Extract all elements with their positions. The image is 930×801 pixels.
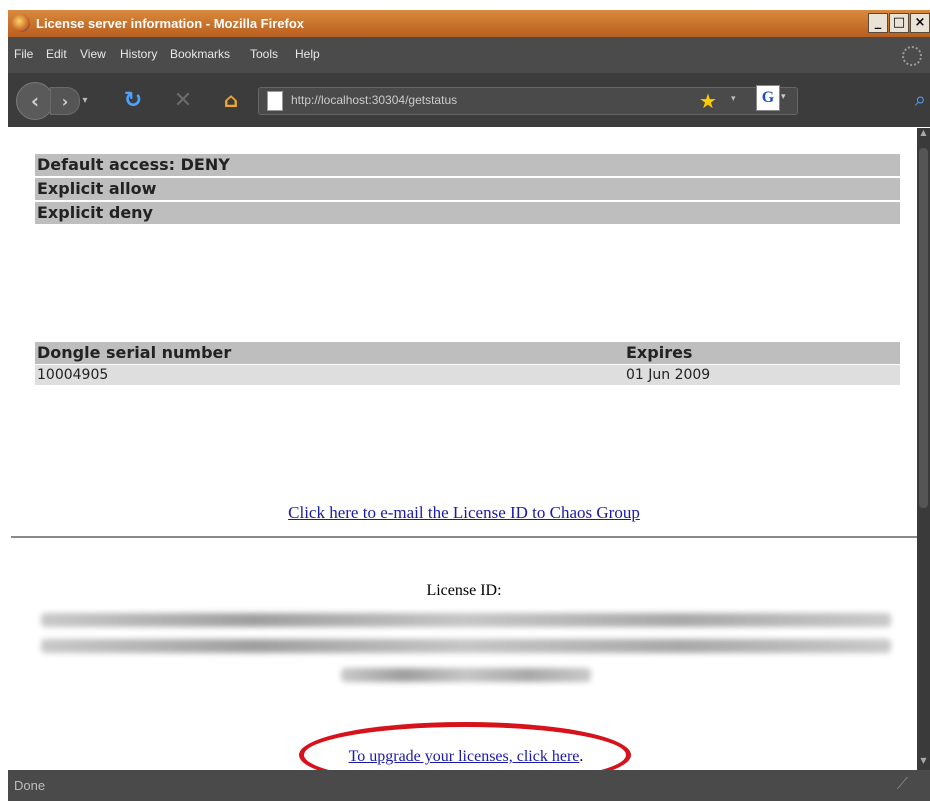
search-engine-selector[interactable]: G ▾	[756, 85, 790, 113]
page-content: Default access: DENY Explicit allow Expl…	[11, 128, 917, 770]
google-icon[interactable]: G	[756, 85, 780, 111]
minimize-button[interactable]: _	[868, 13, 888, 33]
expires-cell: 01 Jun 2009	[626, 367, 711, 383]
serial-number-cell: 10004905	[37, 367, 109, 383]
menu-tools[interactable]: Tools	[250, 47, 278, 61]
firefox-logo-icon	[12, 14, 30, 32]
divider	[11, 536, 917, 538]
throbber-icon	[902, 46, 922, 66]
window-title: License server information - Mozilla Fir…	[36, 16, 305, 31]
table-row: 10004905 01 Jun 2009	[35, 365, 900, 385]
resize-grip-icon[interactable]: ⟋	[897, 776, 908, 794]
url-text[interactable]: http://localhost:30304/getstatus	[291, 93, 457, 107]
email-license-link[interactable]: Click here to e-mail the License ID to C…	[288, 503, 640, 522]
window-title-bar: License server information - Mozilla Fir…	[8, 10, 930, 37]
menu-bookmarks[interactable]: Bookmarks	[170, 47, 230, 61]
scroll-up-icon[interactable]: ▲	[917, 128, 930, 142]
address-bar[interactable]: http://localhost:30304/getstatus ★ ▾	[258, 87, 798, 115]
history-dropdown-icon[interactable]: ▾	[80, 91, 90, 109]
menu-help[interactable]: Help	[295, 47, 320, 61]
forward-button[interactable]: ›	[50, 87, 80, 115]
menu-edit[interactable]: Edit	[46, 47, 67, 61]
scroll-down-icon[interactable]: ▼	[917, 756, 930, 770]
search-icon[interactable]: ⌕	[915, 87, 926, 111]
menu-view[interactable]: View	[80, 47, 106, 61]
menu-bar: File Edit View History Bookmarks Tools H…	[8, 37, 930, 73]
close-button[interactable]: ×	[910, 13, 930, 33]
page-icon	[267, 91, 283, 111]
bookmark-star-icon[interactable]: ★	[699, 89, 717, 113]
upgrade-licenses-link[interactable]: To upgrade your licenses, click here	[349, 748, 580, 765]
scrollbar-thumb[interactable]	[919, 148, 928, 508]
status-bar: Done ⟋	[8, 770, 930, 801]
vertical-scrollbar[interactable]: ▲ ▼	[917, 128, 930, 770]
back-button[interactable]: ‹	[16, 82, 54, 120]
menu-file[interactable]: File	[14, 47, 33, 61]
explicit-allow-row: Explicit allow	[35, 178, 900, 200]
license-id-label: License ID:	[426, 582, 502, 599]
home-button[interactable]: ⌂	[218, 87, 244, 113]
dongle-table-header: Dongle serial number Expires	[35, 342, 900, 364]
url-dropdown-icon[interactable]: ▾	[731, 94, 736, 104]
default-access-row: Default access: DENY	[35, 154, 900, 176]
upgrade-period: .	[579, 748, 584, 765]
navigation-toolbar: ‹ › ▾ ↻ ✕ ⌂ http://localhost:30304/getst…	[8, 73, 930, 127]
stop-button[interactable]: ✕	[170, 87, 196, 113]
column-header-expires: Expires	[626, 343, 693, 362]
reload-button[interactable]: ↻	[120, 87, 146, 113]
maximize-button[interactable]: □	[889, 13, 909, 33]
search-dropdown-icon[interactable]: ▾	[781, 92, 786, 102]
column-header-serial: Dongle serial number	[37, 343, 232, 362]
menu-history[interactable]: History	[120, 47, 157, 61]
explicit-deny-row: Explicit deny	[35, 202, 900, 224]
status-text: Done	[14, 778, 46, 793]
